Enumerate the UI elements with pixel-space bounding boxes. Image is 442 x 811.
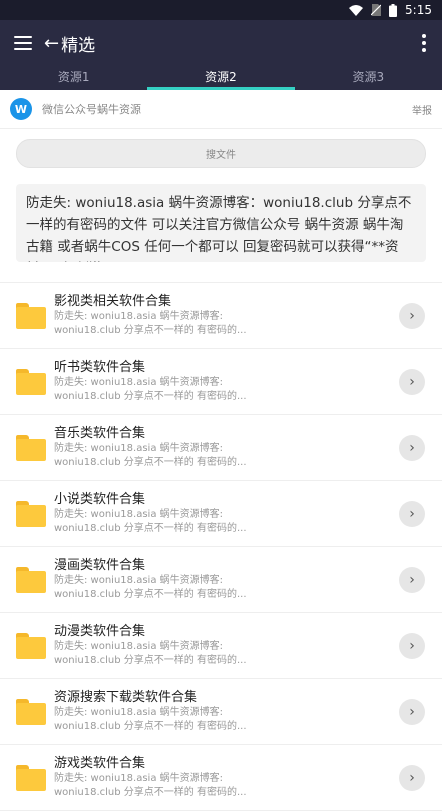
chevron-right-icon[interactable]: ›: [399, 566, 425, 593]
battery-icon: [389, 3, 398, 17]
tab-resource-2[interactable]: 资源2: [147, 66, 295, 90]
item-title: 音乐类软件合集: [54, 426, 146, 441]
status-time: 5:15: [405, 3, 432, 17]
page-title-text: 精选: [61, 35, 96, 56]
item-desc: 防走失: woniu18.asia 蜗牛资源博客:: [54, 443, 223, 454]
wechat-logo-icon: W: [10, 98, 32, 120]
list-item[interactable]: 游戏类软件合集 防走失: woniu18.asia 蜗牛资源博客: woniu1…: [0, 745, 442, 811]
item-title: 漫画类软件合集: [54, 558, 146, 573]
status-bar: 5:15: [0, 0, 442, 20]
list-item[interactable]: 资源搜索下载类软件合集 防走失: woniu18.asia 蜗牛资源博客: wo…: [0, 679, 442, 745]
back-arrow-icon[interactable]: ←: [44, 33, 59, 54]
item-desc: woniu18.club 分享点不一样的 有密码的...: [54, 457, 247, 468]
item-desc: 防走失: woniu18.asia 蜗牛资源博客:: [54, 509, 223, 520]
item-desc: woniu18.club 分享点不一样的 有密码的...: [54, 655, 247, 666]
list-item[interactable]: 影视类相关软件合集 防走失: woniu18.asia 蜗牛资源博客: woni…: [0, 283, 442, 349]
item-desc: woniu18.club 分享点不一样的 有密码的...: [54, 589, 247, 600]
divider: [0, 262, 442, 283]
chevron-right-icon[interactable]: ›: [399, 632, 425, 659]
item-desc: 防走失: woniu18.asia 蜗牛资源博客:: [54, 707, 223, 718]
more-options-icon[interactable]: [422, 34, 426, 52]
tab-resource-3[interactable]: 资源3: [295, 66, 442, 90]
item-desc: woniu18.club 分享点不一样的 有密码的...: [54, 787, 247, 798]
chevron-right-icon[interactable]: ›: [399, 302, 425, 329]
report-link[interactable]: 举报: [412, 102, 432, 117]
page-title: ← 精选: [44, 31, 95, 56]
folder-list: 影视类相关软件合集 防走失: woniu18.asia 蜗牛资源博客: woni…: [0, 283, 442, 811]
chevron-right-icon[interactable]: ›: [399, 698, 425, 725]
source-header: W 微信公众号蜗牛资源 举报: [0, 90, 442, 129]
list-item[interactable]: 小说类软件合集 防走失: woniu18.asia 蜗牛资源博客: woniu1…: [0, 481, 442, 547]
item-desc: 防走失: woniu18.asia 蜗牛资源博客:: [54, 311, 223, 322]
item-title: 资源搜索下载类软件合集: [54, 690, 198, 705]
search-container: 搜文件: [0, 129, 442, 168]
no-sim-icon: [371, 4, 382, 16]
notice-text: 防走失: woniu18.asia 蜗牛资源博客：woniu18.club 分享…: [16, 184, 426, 262]
menu-icon[interactable]: [14, 36, 32, 50]
source-name[interactable]: 微信公众号蜗牛资源: [42, 101, 141, 117]
folder-icon: [16, 500, 46, 527]
tab-resource-1[interactable]: 资源1: [0, 66, 147, 90]
folder-icon: [16, 434, 46, 461]
folder-icon: [16, 566, 46, 593]
item-title: 动漫类软件合集: [54, 624, 146, 639]
folder-icon: [16, 302, 46, 329]
chevron-right-icon[interactable]: ›: [399, 500, 425, 527]
chevron-right-icon[interactable]: ›: [399, 368, 425, 395]
item-title: 小说类软件合集: [54, 492, 146, 507]
list-item[interactable]: 音乐类软件合集 防走失: woniu18.asia 蜗牛资源博客: woniu1…: [0, 415, 442, 481]
folder-icon: [16, 368, 46, 395]
list-item[interactable]: 听书类软件合集 防走失: woniu18.asia 蜗牛资源博客: woniu1…: [0, 349, 442, 415]
item-desc: 防走失: woniu18.asia 蜗牛资源博客:: [54, 575, 223, 586]
item-desc: woniu18.club 分享点不一样的 有密码的...: [54, 325, 247, 336]
tab-bar: 资源1 资源2 资源3: [0, 66, 442, 90]
folder-icon: [16, 632, 46, 659]
list-item[interactable]: 动漫类软件合集 防走失: woniu18.asia 蜗牛资源博客: woniu1…: [0, 613, 442, 679]
list-item[interactable]: 漫画类软件合集 防走失: woniu18.asia 蜗牛资源博客: woniu1…: [0, 547, 442, 613]
item-title: 影视类相关软件合集: [54, 294, 172, 309]
wifi-icon: [349, 4, 364, 16]
search-input[interactable]: 搜文件: [16, 139, 426, 168]
item-desc: 防走失: woniu18.asia 蜗牛资源博客:: [54, 377, 223, 388]
chevron-right-icon[interactable]: ›: [399, 434, 425, 461]
item-title: 听书类软件合集: [54, 360, 146, 375]
item-desc: 防走失: woniu18.asia 蜗牛资源博客:: [54, 641, 223, 652]
folder-icon: [16, 698, 46, 725]
item-title: 游戏类软件合集: [54, 756, 146, 771]
app-bar: ← 精选: [0, 20, 442, 66]
item-desc: woniu18.club 分享点不一样的 有密码的...: [54, 523, 247, 534]
item-desc: woniu18.club 分享点不一样的 有密码的...: [54, 391, 247, 402]
item-desc: 防走失: woniu18.asia 蜗牛资源博客:: [54, 773, 223, 784]
item-desc: woniu18.club 分享点不一样的 有密码的...: [54, 721, 247, 732]
